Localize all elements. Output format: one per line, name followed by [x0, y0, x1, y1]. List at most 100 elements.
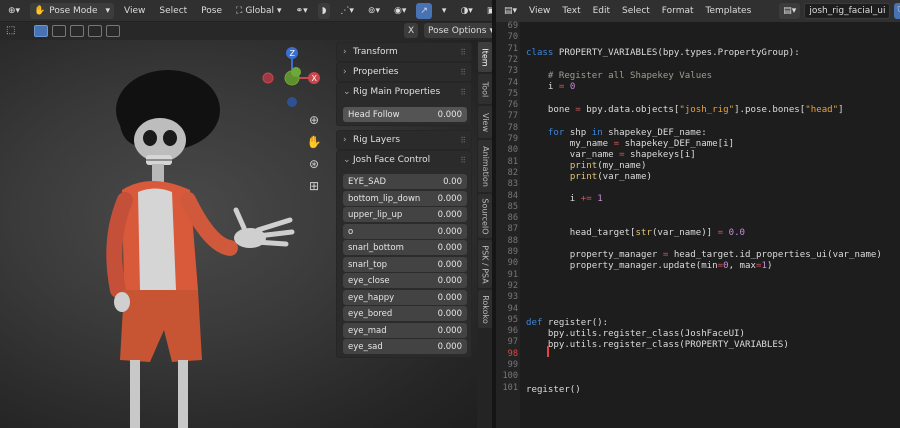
proportional-edit-button[interactable]: ⊚▾ — [364, 3, 384, 19]
prop-label: eye_bored — [348, 308, 393, 319]
face-prop-slider[interactable]: o 0.000 — [343, 224, 467, 239]
select-mode-subtract[interactable] — [70, 25, 84, 37]
face-prop-slider[interactable]: eye_sad 0.000 — [343, 339, 467, 354]
prop-value: 0.000 — [437, 308, 462, 319]
menu-view[interactable]: View — [525, 3, 554, 19]
mode-label: Pose Mode — [49, 5, 98, 16]
prop-label: eye_happy — [348, 292, 395, 303]
face-prop-slider[interactable]: EYE_SAD 0.00 — [343, 174, 467, 189]
panel-title: Josh Face Control — [353, 155, 431, 165]
prop-label: bottom_lip_down — [348, 193, 421, 204]
menu-select[interactable]: Select — [155, 3, 191, 19]
face-prop-slider[interactable]: eye_mad 0.000 — [343, 323, 467, 338]
line-number: 87 — [507, 224, 518, 235]
menu-edit[interactable]: Edit — [589, 3, 614, 19]
line-number: 97 — [507, 337, 518, 348]
select-mode-intersect[interactable] — [106, 25, 120, 37]
line-number-gutter: 69 70 71 72 73 74 75 76 77 78 79 80 81 82 83 84 85 86 87 88… — [496, 21, 520, 428]
face-prop-slider[interactable]: bottom_lip_down 0.000 — [343, 191, 467, 206]
rig-main-panel: ⌄ Rig Main Properties ⠿ Head Follow 0.000 — [336, 82, 472, 126]
grip-icon[interactable]: ⠿ — [460, 48, 466, 57]
face-prop-slider[interactable]: snarl_bottom 0.000 — [343, 240, 467, 255]
grip-icon[interactable]: ⠿ — [460, 68, 466, 77]
line-number: 91 — [507, 269, 518, 280]
svg-text:X: X — [312, 74, 318, 83]
text-browse-button[interactable]: ▤▾ — [779, 3, 801, 19]
select-mode-extend[interactable] — [52, 25, 66, 37]
tab-sourceio[interactable]: SourceIO — [478, 194, 492, 238]
transform-panel[interactable]: › Transform ⠿ — [336, 42, 472, 62]
menu-pose[interactable]: Pose — [197, 3, 226, 19]
face-prop-slider[interactable]: upper_lip_up 0.000 — [343, 207, 467, 222]
prop-value: 0.000 — [437, 292, 462, 303]
prop-value: 0.000 — [437, 193, 462, 204]
snap-button[interactable]: ◗ — [317, 2, 331, 19]
grip-icon[interactable]: ⠿ — [460, 156, 466, 165]
select-mode-invert[interactable] — [88, 25, 102, 37]
grip-icon[interactable]: ⠿ — [460, 136, 466, 145]
mode-dropdown[interactable]: ✋ Pose Mode ▾ — [30, 2, 115, 19]
pan-hand-icon[interactable]: ✋ — [306, 134, 322, 150]
chevron-right-icon: › — [343, 67, 347, 77]
face-control-header[interactable]: ⌄ Josh Face Control ⠿ — [337, 151, 471, 169]
prop-value: 0.000 — [437, 325, 462, 336]
prop-value: 0.000 — [437, 209, 462, 220]
text-editor-body[interactable]: 69 70 71 72 73 74 75 76 77 78 79 80 81 82 83 84 85 86 87 88… — [496, 21, 900, 428]
prop-value: 0.000 — [437, 341, 462, 352]
properties-panel[interactable]: › Properties ⠿ — [336, 62, 472, 82]
chevron-down-icon: ▾ — [277, 5, 282, 16]
navigation-gizmo[interactable]: Z X — [258, 46, 328, 116]
grid-icon[interactable]: ⊞ — [306, 178, 322, 194]
visibility-button[interactable]: ◉▾ — [390, 3, 410, 19]
tab-tool[interactable]: Tool — [478, 74, 492, 104]
prop-label: Head Follow — [348, 109, 400, 120]
zoom-icon[interactable]: ⊕ — [306, 112, 322, 128]
code-line-71: class PROPERTY_VARIABLES(bpy.types.Prope… — [526, 48, 800, 58]
face-prop-slider[interactable]: eye_close 0.000 — [343, 273, 467, 288]
grip-icon[interactable]: ⠿ — [460, 88, 466, 97]
menu-text[interactable]: Text — [558, 3, 584, 19]
editor-type-button[interactable]: ⊕▾ — [4, 3, 24, 19]
overlay-button[interactable]: ◑▾ — [456, 3, 476, 19]
rig-layers-panel[interactable]: › Rig Layers ⠿ — [336, 130, 472, 150]
line-number: 73 — [507, 66, 518, 77]
menu-templates[interactable]: Templates — [702, 3, 756, 19]
tab-rokoko[interactable]: Rokoko — [478, 290, 492, 328]
menu-format[interactable]: Format — [658, 3, 698, 19]
tab-item[interactable]: Item — [478, 42, 492, 72]
tab-label: PSK / PSA — [480, 244, 490, 284]
line-number: 98 — [507, 348, 518, 359]
rig-main-header[interactable]: ⌄ Rig Main Properties ⠿ — [337, 83, 471, 101]
code-line-97: bpy.utils.register_class(PROPERTY_VARIAB… — [526, 340, 789, 350]
line-number: 92 — [507, 280, 518, 291]
face-prop-slider[interactable]: snarl_top 0.000 — [343, 257, 467, 272]
code-line-90: property_manager.update(min=0, max=1) — [526, 261, 773, 271]
head-follow-slider[interactable]: Head Follow 0.000 — [343, 107, 467, 122]
tab-animation[interactable]: Animation — [478, 140, 492, 192]
prop-value: 0.000 — [437, 109, 462, 120]
transform-orientation-dropdown[interactable]: ⛶ Global ▾ — [232, 3, 286, 19]
tab-view[interactable]: View — [478, 106, 492, 138]
line-number: 72 — [507, 54, 518, 65]
face-prop-slider[interactable]: eye_bored 0.000 — [343, 306, 467, 321]
menu-select[interactable]: Select — [618, 3, 654, 19]
pose-options-dropdown[interactable]: Pose Options ▾ — [424, 23, 498, 38]
gizmo-button[interactable]: ↗ — [416, 2, 432, 19]
pivot-button[interactable]: ⚭▾ — [292, 3, 312, 19]
fake-user-button[interactable]: ⛉ — [894, 3, 900, 19]
menu-view[interactable]: View — [120, 3, 149, 19]
camera-icon[interactable]: ⊛ — [306, 156, 322, 172]
code-line-82: print(var_name) — [569, 172, 652, 182]
face-prop-slider[interactable]: eye_happy 0.000 — [343, 290, 467, 305]
close-sidebar-button[interactable]: X — [404, 23, 419, 38]
prop-label: o — [348, 226, 354, 237]
tab-psk-psa[interactable]: PSK / PSA — [478, 240, 492, 288]
document-icon: ▤▾ — [783, 6, 797, 16]
line-number: 79 — [507, 134, 518, 144]
select-mode-new[interactable] — [34, 25, 48, 37]
text-name-field[interactable]: josh_rig_facial_ui — [804, 3, 891, 19]
select-tool-button[interactable]: ⬚ — [6, 25, 20, 37]
editor-type-button[interactable]: ▤▾ — [500, 3, 521, 19]
snap-target-button[interactable]: ⋰▾ — [336, 3, 358, 19]
gizmo-dropdown[interactable]: ▾ — [438, 3, 451, 19]
